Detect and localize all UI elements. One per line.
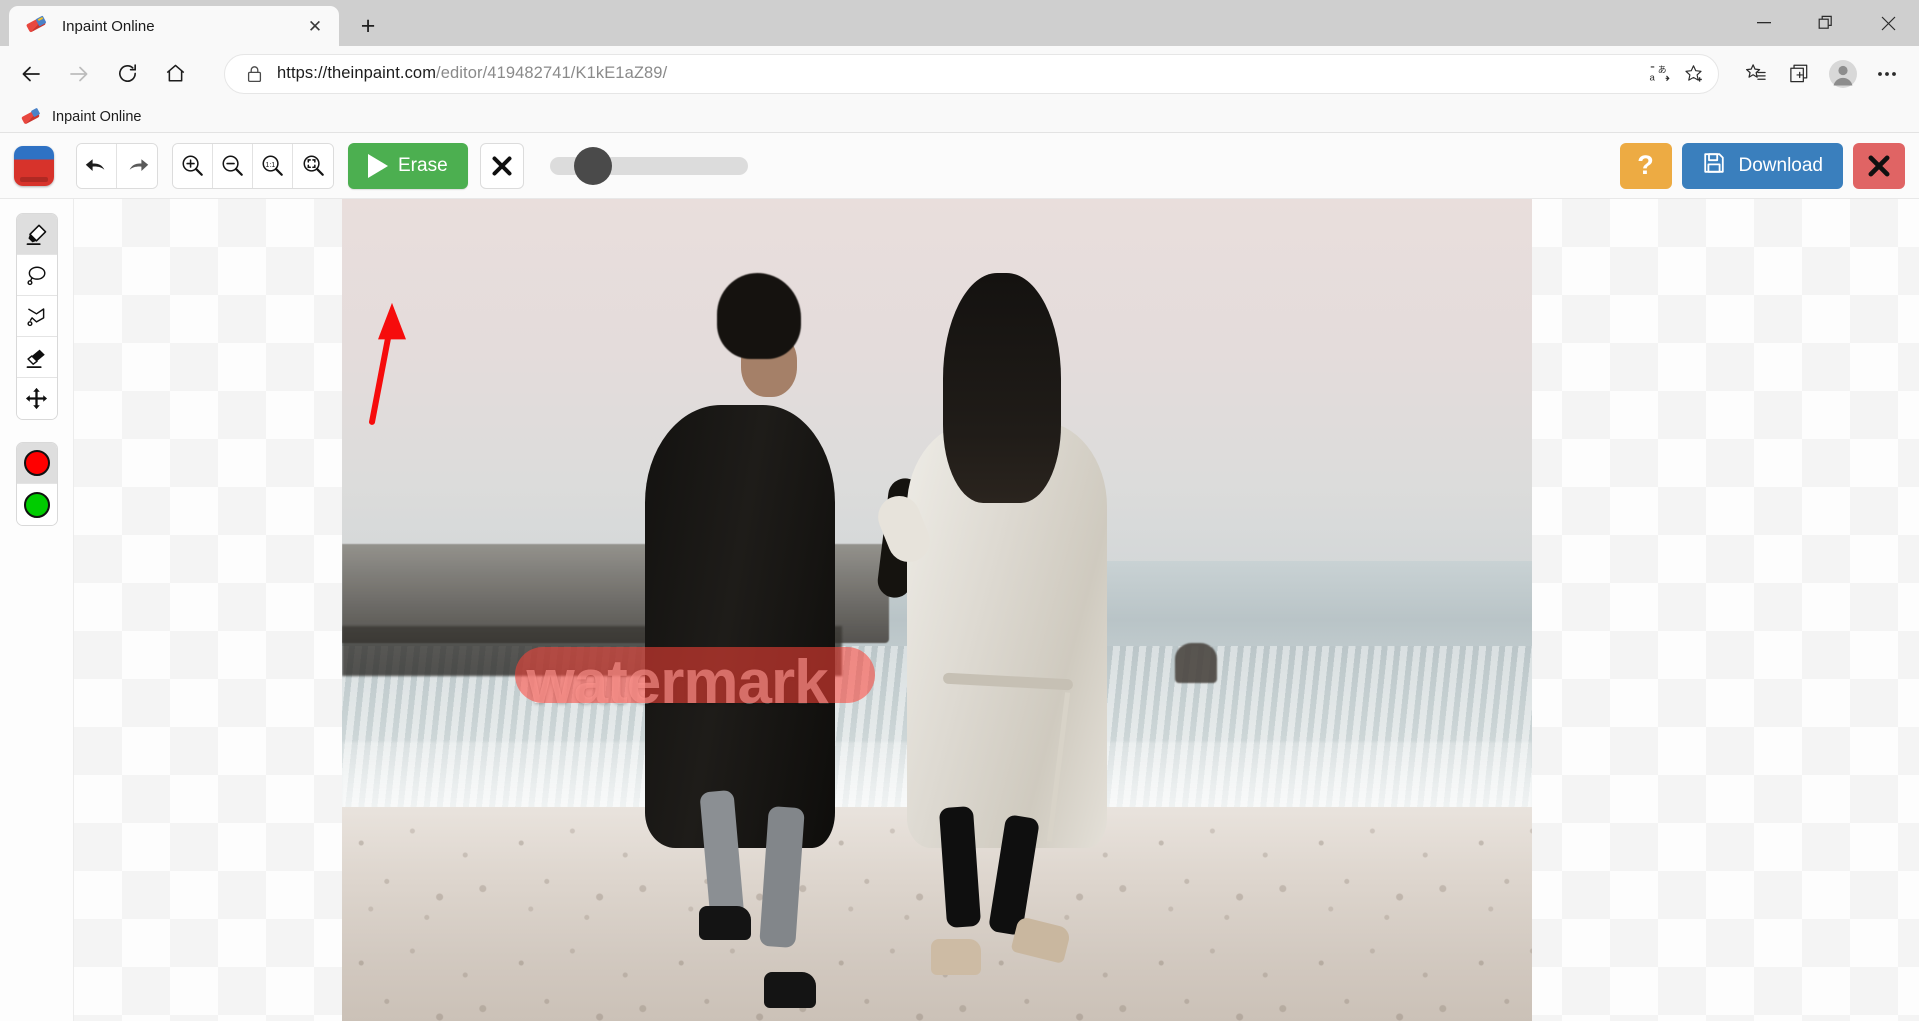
- move-tool[interactable]: [16, 378, 57, 419]
- color-red[interactable]: [16, 443, 57, 484]
- restore-icon[interactable]: [1795, 0, 1857, 46]
- undo-button[interactable]: [77, 143, 117, 188]
- brush-size-slider[interactable]: [549, 143, 748, 189]
- profile-avatar-icon[interactable]: [1821, 53, 1865, 95]
- help-button[interactable]: ?: [1619, 142, 1672, 189]
- photo-person-right-shoe: [931, 938, 982, 975]
- tool-group: [15, 213, 58, 420]
- collections-icon[interactable]: [1777, 53, 1821, 95]
- close-icon[interactable]: [1857, 0, 1919, 46]
- inpaint-app-logo: [14, 145, 54, 186]
- more-options-icon[interactable]: [1865, 53, 1909, 95]
- bookmark-label: Inpaint Online: [52, 108, 142, 125]
- svg-text:あ: あ: [1657, 65, 1666, 75]
- zoom-in-button[interactable]: [173, 143, 213, 188]
- green-swatch-icon: [23, 491, 50, 518]
- download-button[interactable]: Download: [1681, 142, 1843, 189]
- url-host: https://theinpaint.com: [277, 64, 437, 82]
- color-green[interactable]: [16, 484, 57, 525]
- selection-mask[interactable]: [514, 646, 875, 703]
- photo-person-left-hair: [716, 272, 801, 359]
- download-button-label: Download: [1738, 154, 1824, 176]
- bookmarks-bar: Inpaint Online: [0, 101, 1919, 133]
- tab-strip: Inpaint Online ✕ +: [0, 0, 1919, 46]
- marker-tool[interactable]: [16, 214, 57, 255]
- svg-text:a: a: [1649, 73, 1655, 84]
- translate-icon[interactable]: a あ: [1642, 57, 1676, 91]
- url-text: https://theinpaint.com/editor/419482741/…: [277, 64, 1642, 83]
- app-body: watermark: [0, 199, 1919, 1021]
- zoom-fit-button[interactable]: [293, 143, 333, 188]
- zoom-out-button[interactable]: [213, 143, 253, 188]
- zoom-actual-button[interactable]: 1:1: [253, 143, 293, 188]
- red-swatch-icon: [23, 450, 50, 476]
- photo-person-left-shoe: [764, 971, 817, 1008]
- tool-sidebar: [0, 199, 74, 1021]
- tab-title: Inpaint Online: [62, 17, 155, 35]
- color-group: [15, 442, 58, 526]
- inpaint-app: 1:1 Erase ? Download: [0, 133, 1919, 1021]
- inpaint-eraser-icon: [21, 107, 41, 126]
- lock-icon: [241, 65, 267, 83]
- redo-button[interactable]: [117, 143, 157, 188]
- clear-selection-button[interactable]: [479, 142, 524, 189]
- polygon-lasso-tool[interactable]: [16, 296, 57, 337]
- svg-text:1:1: 1:1: [265, 161, 275, 169]
- star-add-icon[interactable]: [1676, 57, 1710, 91]
- address-bar[interactable]: https://theinpaint.com/editor/419482741/…: [224, 53, 1719, 94]
- photo-person-left-shoe: [699, 905, 751, 940]
- photo-person-left-coat: [645, 404, 836, 849]
- forward-arrow-icon: [58, 53, 100, 95]
- editor-canvas[interactable]: watermark: [74, 199, 1919, 1021]
- slider-thumb[interactable]: [574, 146, 613, 185]
- photo-person-right-hair: [942, 272, 1061, 503]
- erase-button[interactable]: Erase: [348, 142, 468, 189]
- bookmark-item[interactable]: Inpaint Online: [14, 104, 149, 130]
- lasso-tool[interactable]: [16, 255, 57, 296]
- refresh-icon[interactable]: [106, 53, 148, 95]
- browser-window: Inpaint Online ✕ + https://theinpaint.co…: [0, 0, 1919, 1021]
- play-triangle-icon: [368, 153, 388, 178]
- photo-rock: [1175, 642, 1217, 683]
- url-path: /editor/419482741/K1kE1aZ89/: [436, 64, 668, 82]
- home-icon[interactable]: [154, 53, 196, 95]
- source-photo[interactable]: watermark: [342, 199, 1532, 1021]
- tab-close-icon[interactable]: ✕: [301, 12, 329, 40]
- back-arrow-icon[interactable]: [10, 53, 52, 95]
- app-toolbar: 1:1 Erase ? Download: [0, 133, 1919, 199]
- eraser-tool[interactable]: [16, 337, 57, 378]
- favorites-list-icon[interactable]: [1733, 53, 1777, 95]
- window-controls: [1733, 0, 1919, 46]
- new-tab-button[interactable]: +: [349, 8, 387, 44]
- navigation-bar: https://theinpaint.com/editor/419482741/…: [0, 46, 1919, 101]
- floppy-disk-icon: [1702, 151, 1726, 181]
- inpaint-eraser-icon: [25, 15, 47, 36]
- minimize-icon[interactable]: [1733, 0, 1795, 46]
- zoom-button-group: 1:1: [172, 142, 334, 189]
- app-close-button[interactable]: [1853, 142, 1905, 189]
- erase-button-label: Erase: [398, 154, 448, 176]
- browser-tab[interactable]: Inpaint Online ✕: [9, 6, 339, 46]
- history-button-group: [76, 142, 158, 189]
- browser-tool-icons: [1733, 53, 1909, 95]
